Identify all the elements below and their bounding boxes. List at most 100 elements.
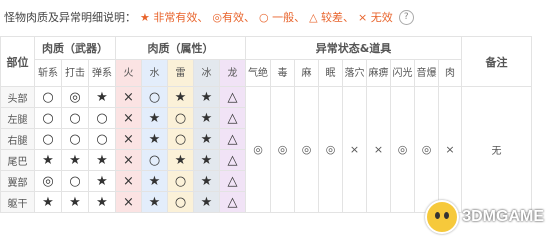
impact-value: ◎ [61, 86, 89, 108]
part-name: 左腿 [0, 107, 35, 129]
header-ice: 冰 [193, 59, 220, 87]
header-meat: 肉 [438, 59, 462, 87]
header-thunder: 雷 [167, 59, 194, 87]
fire-value: × [115, 86, 142, 108]
header-part: 部位 [0, 36, 35, 87]
note-value: 无 [461, 86, 532, 213]
cut-value: ○ [34, 107, 62, 129]
fire-value: × [115, 170, 142, 192]
header-stun: 气绝 [245, 59, 271, 87]
ice-value: ★ [193, 170, 220, 192]
dragon-value: △ [219, 170, 246, 192]
water-value: ★ [141, 191, 168, 213]
header-row-groups: 部位 肉质（武器） 肉质（属性） 异常状态&道具 备注 [0, 36, 532, 87]
shot-value: ★ [88, 170, 116, 192]
part-name: 尾巴 [0, 149, 35, 171]
header-fire: 火 [115, 59, 142, 87]
cut-value: ○ [34, 128, 62, 150]
shot-value: ★ [88, 149, 116, 171]
impact-value: ○ [61, 107, 89, 129]
fire-value: × [115, 149, 142, 171]
fire-value: × [115, 191, 142, 213]
cut-value: ◎ [34, 170, 62, 192]
shock-trap-value: × [366, 86, 391, 213]
legend-effective: ◎有效、 [212, 11, 255, 24]
dragon-value: △ [219, 149, 246, 171]
header-poison: 毒 [270, 59, 295, 87]
impact-value: ○ [61, 128, 89, 150]
shot-value: ★ [88, 191, 116, 213]
header-physical-group: 肉质（武器） [34, 36, 116, 60]
shot-value: ○ [88, 128, 116, 150]
mascot-icon [425, 200, 460, 234]
header-impact: 打击 [61, 59, 89, 87]
shot-value: ○ [88, 107, 116, 129]
header-sleep: 眠 [318, 59, 343, 87]
header-note: 备注 [461, 36, 532, 87]
part-name: 躯干 [0, 191, 35, 213]
water-value: ★ [141, 128, 168, 150]
dragon-value: △ [219, 191, 246, 213]
header-shock-trap: 麻痹 [366, 59, 391, 87]
thunder-value: ★ [167, 149, 194, 171]
header-shot: 弹系 [88, 59, 116, 87]
watermark-text: 3DMGAME [462, 208, 544, 225]
legend-label: 怪物肉质及异常明细说明： [4, 11, 136, 24]
part-name: 翼部 [0, 170, 35, 192]
thunder-value: ★ [167, 86, 194, 108]
cut-value: ○ [34, 86, 62, 108]
impact-value: ★ [61, 149, 89, 171]
ice-value: ★ [193, 149, 220, 171]
header-ailment-group: 异常状态&道具 [245, 36, 462, 60]
header-dragon: 龙 [219, 59, 246, 87]
thunder-value: ○ [167, 128, 194, 150]
thunder-value: ○ [167, 191, 194, 213]
sonic-value: ◎ [414, 86, 439, 213]
cut-value: ★ [34, 191, 62, 213]
legend-normal: ○ 一般、 [258, 11, 306, 24]
meat-value: × [438, 86, 462, 213]
ice-value: ★ [193, 128, 220, 150]
hitzone-table: 部位 肉质（武器） 肉质（属性） 异常状态&道具 备注 斩系 打击 弹系 火 水… [0, 36, 532, 213]
sleep-value: ◎ [318, 86, 343, 213]
dragon-value: △ [219, 86, 246, 108]
shot-value: ★ [88, 86, 116, 108]
water-value: ★ [141, 170, 168, 192]
watermark-logo: 3DMGAME [425, 200, 544, 234]
thunder-value: ○ [167, 170, 194, 192]
header-paralysis: 麻 [294, 59, 319, 87]
poison-value: ◎ [270, 86, 295, 213]
ice-value: ★ [193, 107, 220, 129]
header-flash: 闪光 [390, 59, 415, 87]
water-value: ○ [141, 149, 168, 171]
legend-bar: 怪物肉质及异常明细说明： ★ 非常有效、 ◎有效、 ○ 一般、 △ 较差、 × … [4, 6, 414, 28]
header-pitfall: 落穴 [342, 59, 367, 87]
part-name: 头部 [0, 86, 35, 108]
water-value: ○ [141, 86, 168, 108]
header-sonic: 音爆 [414, 59, 439, 87]
flash-value: ◎ [390, 86, 415, 213]
fire-value: × [115, 128, 142, 150]
impact-value: ★ [61, 191, 89, 213]
fire-value: × [115, 107, 142, 129]
ice-value: ★ [193, 86, 220, 108]
ice-value: ★ [193, 191, 220, 213]
help-icon[interactable]: ? [398, 9, 414, 25]
legend-very-effective: ★ 非常有效、 [140, 11, 209, 24]
cut-value: ★ [34, 149, 62, 171]
header-elemental-group: 肉质（属性） [115, 36, 246, 60]
pitfall-value: × [342, 86, 367, 213]
part-name: 右腿 [0, 128, 35, 150]
dragon-value: △ [219, 128, 246, 150]
legend-weak: △ 较差、 [309, 11, 355, 24]
water-value: ★ [141, 107, 168, 129]
header-cut: 斩系 [34, 59, 62, 87]
header-row-columns: 斩系 打击 弹系 火 水 雷 冰 龙 气绝 毒 麻 眠 落穴 麻痹 闪光 音爆 … [1, 59, 532, 87]
legend-ineffective: × 无效 [358, 11, 393, 24]
table-row: 头部 ○ ◎ ★ × ○ ★ ★ △ ◎ ◎ ◎ ◎ × × ◎ ◎ × 无 [0, 86, 532, 213]
impact-value: ○ [61, 170, 89, 192]
stun-value: ◎ [245, 86, 271, 213]
header-water: 水 [141, 59, 168, 87]
paralysis-value: ◎ [294, 86, 319, 213]
thunder-value: ○ [167, 107, 194, 129]
